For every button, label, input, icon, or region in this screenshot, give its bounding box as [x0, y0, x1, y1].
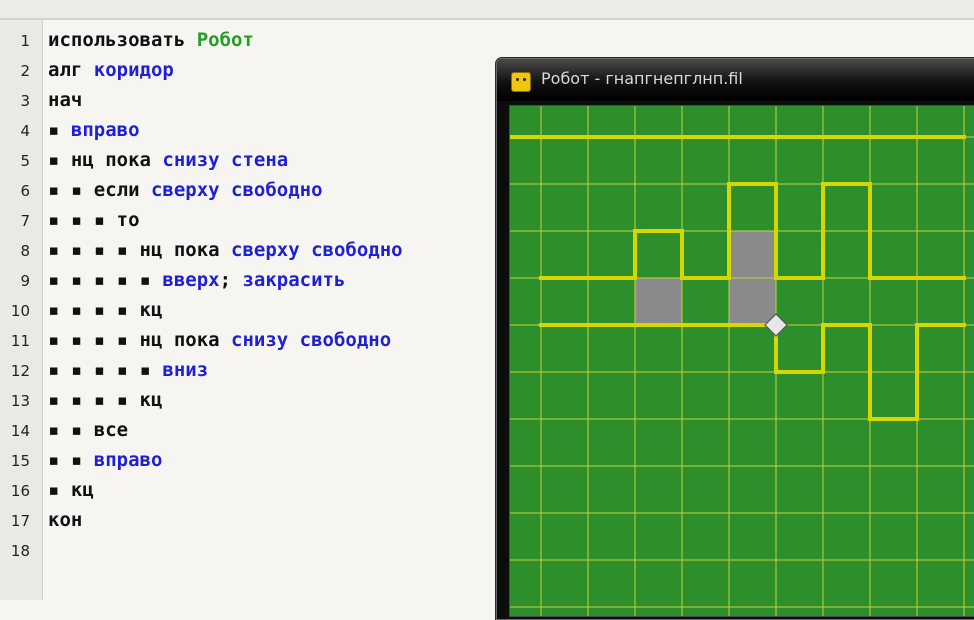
code-token: нц пока — [139, 329, 232, 351]
code-token: вправо — [70, 119, 140, 141]
line-number-gutter: 1 2 3 4 5 6 7 8 9 10 11 12 13 14 15 16 17 18 — [0, 20, 43, 600]
indent-marker: ▪ ▪ — [48, 419, 94, 441]
line-number: 10 — [10, 302, 30, 320]
line-number: 1 — [20, 32, 30, 50]
indent-marker: ▪ ▪ ▪ ▪ — [48, 389, 140, 411]
line-number: 5 — [20, 152, 30, 170]
code-token: использовать — [48, 29, 197, 51]
line-number: 6 — [20, 182, 30, 200]
code-token: кц — [70, 479, 94, 501]
painted-cell — [729, 231, 776, 278]
code-line[interactable]: ▪ ▪ все — [48, 415, 128, 445]
code-token: кц — [139, 299, 163, 321]
code-token: если — [93, 179, 151, 201]
code-token: все — [93, 419, 129, 441]
code-line[interactable]: ▪ ▪ если сверху свободно — [48, 175, 323, 205]
indent-marker: ▪ ▪ ▪ — [48, 209, 117, 231]
line-number: 4 — [20, 122, 30, 140]
line-number: 7 — [20, 212, 30, 230]
code-line[interactable]: ▪ ▪ ▪ ▪ ▪ вверх; закрасить — [48, 265, 345, 295]
code-line[interactable]: нач — [48, 85, 82, 115]
code-token: коридор — [93, 59, 174, 81]
line-number: 16 — [10, 482, 30, 500]
robot-field-canvas — [510, 106, 974, 616]
painted-cell — [729, 278, 776, 325]
code-token: вправо — [93, 449, 163, 471]
code-token: нач — [48, 89, 83, 111]
top-toolbar-strip — [0, 0, 974, 20]
code-token: сверху свободно — [231, 239, 403, 261]
code-token: алг — [48, 59, 94, 81]
code-line[interactable]: алг коридор — [48, 55, 174, 85]
line-number: 15 — [10, 452, 30, 470]
code-line[interactable]: кон — [48, 505, 82, 535]
robot-field — [509, 105, 974, 617]
line-number: 2 — [20, 62, 30, 80]
indent-marker: ▪ ▪ ▪ ▪ — [48, 299, 140, 321]
line-number: 13 — [10, 392, 30, 410]
code-token: снизу стена — [162, 149, 289, 171]
code-token: нц пока — [139, 239, 232, 261]
indent-marker: ▪ ▪ ▪ ▪ ▪ — [48, 359, 163, 381]
code-line[interactable]: ▪ ▪ вправо — [48, 445, 162, 475]
robot-window-title: Робот - гнапгнепглнп.fil — [541, 69, 743, 88]
code-token: закрасить — [242, 269, 346, 291]
code-token: снизу свободно — [231, 329, 392, 351]
line-number: 8 — [20, 242, 30, 260]
code-line[interactable]: ▪ ▪ ▪ ▪ нц пока сверху свободно — [48, 235, 403, 265]
code-line[interactable]: ▪ вправо — [48, 115, 140, 145]
code-token: вниз — [162, 359, 209, 381]
line-number: 14 — [10, 422, 30, 440]
indent-marker: ▪ ▪ — [48, 179, 94, 201]
line-number: 18 — [10, 542, 30, 560]
line-number: 9 — [20, 272, 30, 290]
code-line[interactable]: ▪ ▪ ▪ ▪ кц — [48, 385, 162, 415]
code-token: кон — [48, 509, 83, 531]
code-line[interactable]: ▪ ▪ ▪ ▪ ▪ вниз — [48, 355, 208, 385]
code-line[interactable]: ▪ ▪ ▪ ▪ кц — [48, 295, 162, 325]
painted-cell — [635, 278, 682, 325]
indent-marker: ▪ ▪ ▪ ▪ — [48, 329, 140, 351]
indent-marker: ▪ — [48, 149, 71, 171]
indent-marker: ▪ — [48, 119, 71, 141]
robot-window-titlebar[interactable]: Робот - гнапгнепглнп.fil — [497, 59, 974, 101]
code-line[interactable]: использовать Робот — [48, 25, 254, 55]
code-token: нц пока — [70, 149, 163, 171]
indent-marker: ▪ ▪ ▪ ▪ — [48, 239, 140, 261]
indent-marker: ▪ ▪ ▪ ▪ ▪ — [48, 269, 163, 291]
code-token: ; — [219, 269, 243, 291]
code-token: сверху свободно — [150, 179, 323, 201]
line-number: 11 — [10, 332, 30, 350]
code-line[interactable]: ▪ ▪ ▪ ▪ нц пока снизу свободно — [48, 325, 391, 355]
line-number: 17 — [10, 512, 30, 530]
line-number: 12 — [10, 362, 30, 380]
code-token: вверх — [162, 269, 220, 291]
code-token: кц — [139, 389, 163, 411]
line-number: 3 — [20, 92, 30, 110]
code-line[interactable]: ▪ ▪ ▪ то — [48, 205, 140, 235]
indent-marker: ▪ — [48, 479, 71, 501]
code-line[interactable]: ▪ кц — [48, 475, 94, 505]
code-token: Робот — [196, 29, 254, 51]
robot-face-icon — [511, 72, 531, 92]
code-line[interactable]: ▪ нц пока снизу стена — [48, 145, 288, 175]
robot-window: Робот - гнапгнепглнп.fil — [496, 58, 974, 620]
indent-marker: ▪ ▪ — [48, 449, 94, 471]
code-token: то — [116, 209, 140, 231]
